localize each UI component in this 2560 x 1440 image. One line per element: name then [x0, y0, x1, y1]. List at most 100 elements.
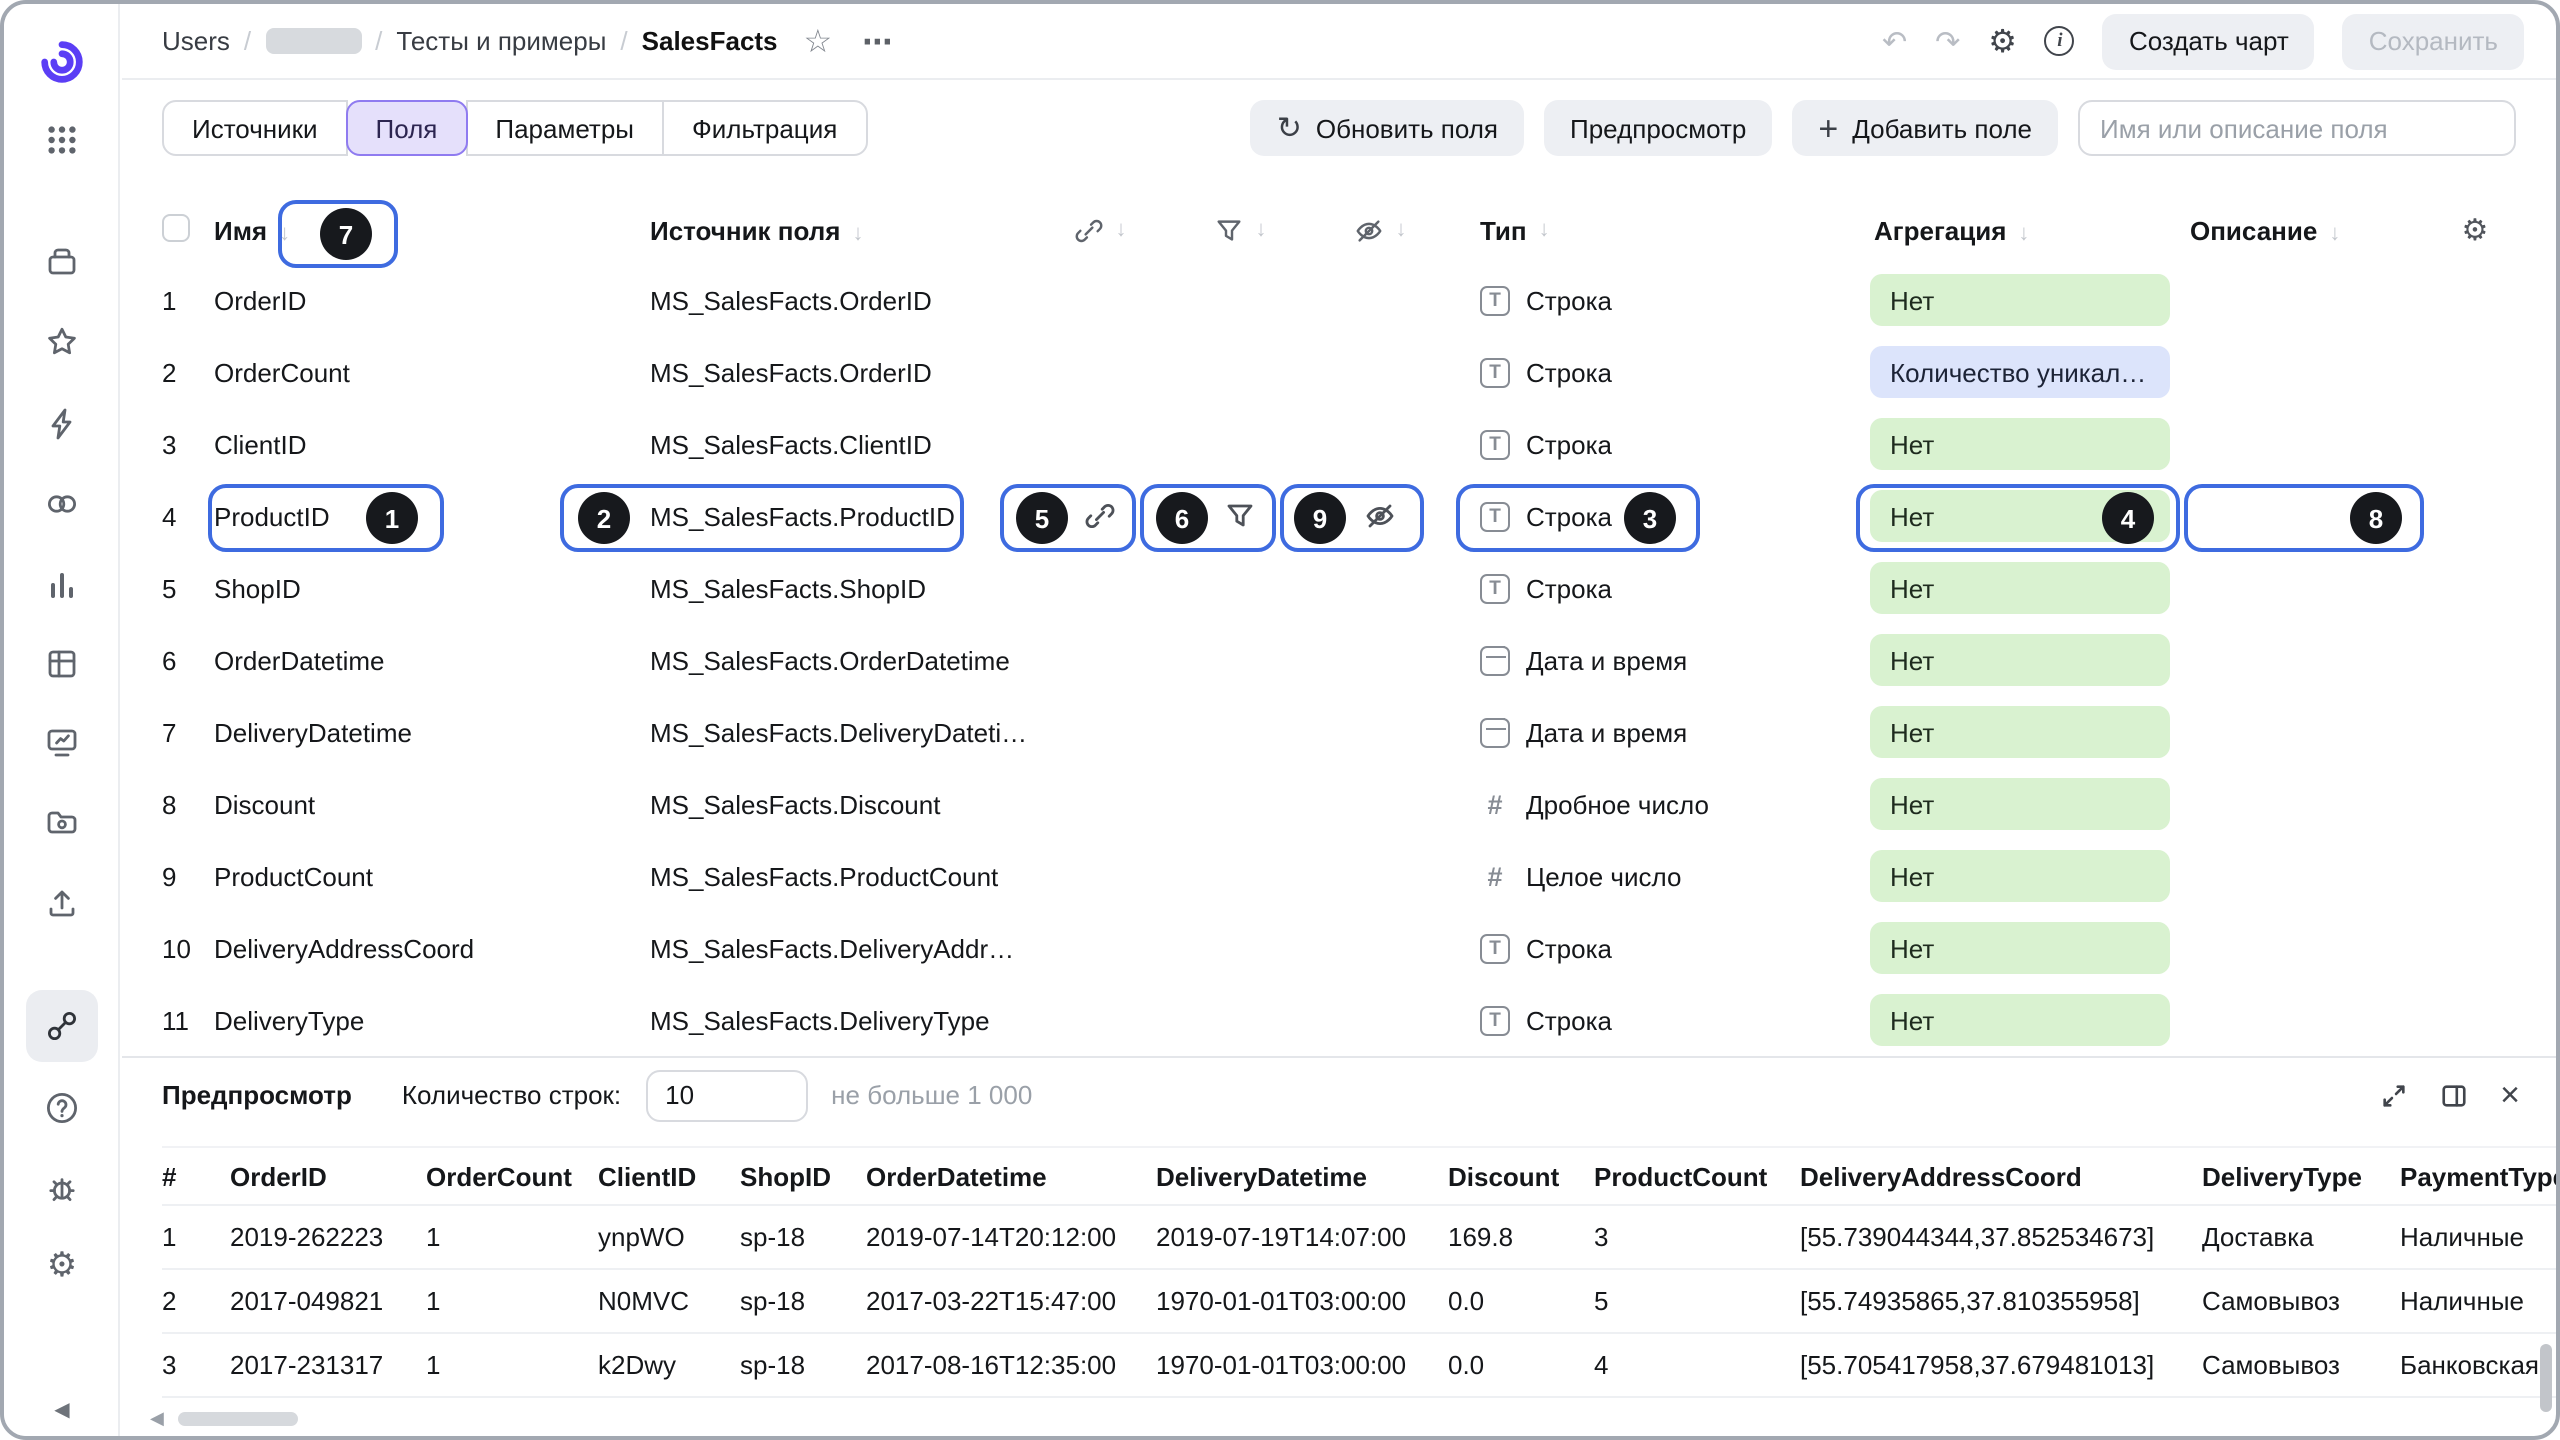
field-filter-cell[interactable]	[1170, 572, 1310, 604]
field-filter-cell[interactable]	[1170, 1004, 1310, 1036]
favorites-star-icon[interactable]	[26, 306, 98, 378]
aggregation-badge[interactable]: Нет	[1870, 418, 2170, 470]
field-visibility-cell[interactable]	[1310, 716, 1450, 748]
aggregation-badge[interactable]: Нет	[1870, 778, 2170, 830]
folders-icon[interactable]	[26, 786, 98, 858]
row-count-input[interactable]	[645, 1069, 807, 1121]
dashboards-monitor-icon[interactable]	[26, 706, 98, 778]
field-row[interactable]: 9 ProductCount MS_SalesFacts.ProductCoun…	[162, 840, 2516, 912]
field-source[interactable]: MS_SalesFacts.ProductID	[650, 501, 1030, 531]
field-name[interactable]: ProductID	[214, 501, 650, 531]
table-settings-gear-icon[interactable]: ⚙	[2462, 212, 2489, 248]
field-visibility-cell[interactable]	[1310, 500, 1450, 532]
add-field-button[interactable]: + Добавить поле	[1792, 100, 2058, 156]
field-source[interactable]: MS_SalesFacts.ShopID	[650, 573, 1030, 603]
field-source[interactable]: MS_SalesFacts.DeliveryDateti…	[650, 717, 1030, 747]
field-type[interactable]: Дробное число	[1450, 789, 1866, 819]
field-filter-cell[interactable]	[1170, 788, 1310, 820]
field-source[interactable]: MS_SalesFacts.OrderID	[650, 285, 1030, 315]
field-name[interactable]: OrderID	[214, 285, 650, 315]
field-link-cell[interactable]	[1030, 788, 1170, 820]
undo-icon[interactable]: ↶	[1882, 23, 1907, 59]
tab[interactable]: Параметры	[465, 100, 664, 156]
field-type[interactable]: Строка	[1450, 429, 1866, 459]
field-visibility-cell[interactable]	[1310, 644, 1450, 676]
close-preview-icon[interactable]: ×	[2500, 1075, 2520, 1115]
vertical-scrollbar[interactable]	[2540, 1344, 2552, 1412]
header-aggregation[interactable]: Агрегация↓	[1866, 215, 2178, 245]
field-name[interactable]: OrderDatetime	[214, 645, 650, 675]
field-link-cell[interactable]	[1030, 500, 1170, 532]
tab[interactable]: Поля	[346, 100, 468, 156]
dock-preview-icon[interactable]	[2440, 1081, 2468, 1109]
dataset-connections-icon[interactable]	[26, 990, 98, 1062]
field-type[interactable]: Строка	[1450, 357, 1866, 387]
header-link[interactable]: ↓	[1030, 215, 1170, 245]
groups-rings-icon[interactable]	[26, 468, 98, 540]
preview-toggle-button[interactable]: Предпросмотр	[1544, 100, 1772, 156]
quick-access-lightning-icon[interactable]	[26, 388, 98, 460]
redo-icon[interactable]: ↷	[1935, 23, 1960, 59]
help-icon[interactable]	[26, 1072, 98, 1144]
field-type[interactable]: Дата и время	[1450, 645, 1866, 675]
field-visibility-cell[interactable]	[1310, 788, 1450, 820]
settings-icon[interactable]: ⚙	[26, 1230, 98, 1302]
field-row[interactable]: 6 OrderDatetime MS_SalesFacts.OrderDatet…	[162, 624, 2516, 696]
save-button[interactable]: Сохранить	[2343, 13, 2524, 69]
header-description[interactable]: Описание↓	[2178, 215, 2434, 245]
field-type[interactable]: Строка	[1450, 285, 1866, 315]
aggregation-badge[interactable]: Нет	[1870, 634, 2170, 686]
field-source[interactable]: MS_SalesFacts.ProductCount	[650, 861, 1030, 891]
field-name[interactable]: OrderCount	[214, 357, 650, 387]
field-name[interactable]: DeliveryType	[214, 1005, 650, 1035]
tab[interactable]: Фильтрация	[662, 100, 867, 156]
breadcrumb-blurred-item[interactable]	[265, 28, 361, 54]
field-type[interactable]: Строка	[1450, 501, 1866, 531]
header-name[interactable]: Имя↓	[214, 215, 650, 245]
field-row[interactable]: 3 ClientID MS_SalesFacts.ClientID Строка…	[162, 408, 2516, 480]
favorite-star-icon[interactable]: ☆	[804, 21, 833, 61]
expand-preview-icon[interactable]	[2380, 1081, 2408, 1109]
aggregation-badge[interactable]: Нет	[1870, 922, 2170, 974]
field-search-input[interactable]	[2078, 100, 2516, 156]
field-link-cell[interactable]	[1030, 644, 1170, 676]
field-row[interactable]: 10 DeliveryAddressCoord MS_SalesFacts.De…	[162, 912, 2516, 984]
field-link-cell[interactable]	[1030, 356, 1170, 388]
field-filter-cell[interactable]	[1170, 860, 1310, 892]
collections-icon[interactable]	[26, 226, 98, 298]
field-row[interactable]: 1 OrderID MS_SalesFacts.OrderID Строка Н…	[162, 264, 2516, 336]
field-type[interactable]: Строка	[1450, 1005, 1866, 1035]
header-source[interactable]: Источник поля↓	[650, 215, 1030, 245]
create-chart-button[interactable]: Создать чарт	[2103, 13, 2315, 69]
dataset-settings-gear-icon[interactable]: ⚙	[1988, 21, 2017, 61]
field-visibility-cell[interactable]	[1310, 284, 1450, 316]
bug-report-icon[interactable]	[26, 1152, 98, 1224]
aggregation-badge[interactable]: Нет	[1870, 562, 2170, 614]
field-filter-cell[interactable]	[1170, 716, 1310, 748]
field-link-cell[interactable]	[1030, 716, 1170, 748]
field-name[interactable]: DeliveryAddressCoord	[214, 933, 650, 963]
field-visibility-cell[interactable]	[1310, 1004, 1450, 1036]
field-visibility-cell[interactable]	[1310, 428, 1450, 460]
aggregation-badge[interactable]: Нет	[1870, 850, 2170, 902]
refresh-fields-button[interactable]: ↻ Обновить поля	[1251, 100, 1524, 156]
field-visibility-cell[interactable]	[1310, 860, 1450, 892]
field-type[interactable]: Строка	[1450, 573, 1866, 603]
scroll-left-arrow-icon[interactable]: ◀	[150, 1408, 164, 1430]
field-row[interactable]: 7 DeliveryDatetime MS_SalesFacts.Deliver…	[162, 696, 2516, 768]
field-name[interactable]: ProductCount	[214, 861, 650, 891]
field-source[interactable]: MS_SalesFacts.DeliveryAddr…	[650, 933, 1030, 963]
charts-icon[interactable]	[26, 548, 98, 620]
tab[interactable]: Источники	[162, 100, 348, 156]
field-row[interactable]: 8 Discount MS_SalesFacts.Discount Дробно…	[162, 768, 2516, 840]
aggregation-badge[interactable]: Нет	[1870, 490, 2170, 542]
header-type[interactable]: Тип↓	[1450, 215, 1866, 245]
field-source[interactable]: MS_SalesFacts.ClientID	[650, 429, 1030, 459]
datalens-logo-icon[interactable]	[26, 26, 98, 98]
aggregation-badge[interactable]: Нет	[1870, 994, 2170, 1046]
field-row[interactable]: 5 ShopID MS_SalesFacts.ShopID Строка Нет	[162, 552, 2516, 624]
field-link-cell[interactable]	[1030, 1004, 1170, 1036]
field-visibility-cell[interactable]	[1310, 356, 1450, 388]
field-name[interactable]: Discount	[214, 789, 650, 819]
field-filter-cell[interactable]	[1170, 428, 1310, 460]
